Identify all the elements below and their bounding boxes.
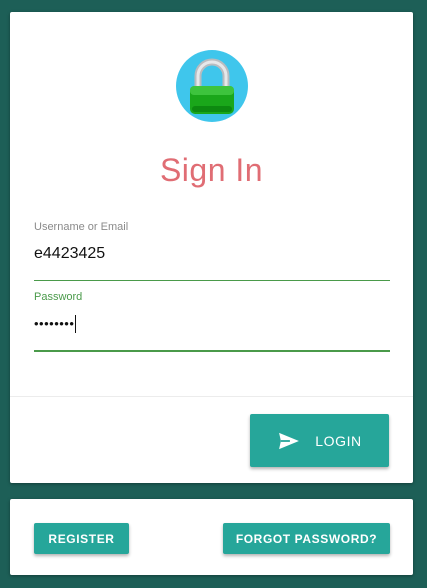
lock-icon <box>176 50 248 122</box>
text-caret <box>75 314 77 333</box>
forgot-password-button[interactable]: FORGOT PASSWORD? <box>223 523 390 554</box>
username-underline <box>34 280 390 281</box>
register-button[interactable]: REGISTER <box>34 523 129 554</box>
page-title: Sign In <box>159 152 264 188</box>
password-input[interactable]: •••••••• <box>34 314 390 336</box>
login-card: Sign In Username or Email e4423425 Passw… <box>10 12 413 483</box>
username-label: Username or Email <box>34 221 129 233</box>
password-field[interactable]: Password •••••••• <box>34 290 390 352</box>
username-input[interactable]: e4423425 <box>34 244 390 266</box>
card-divider <box>10 396 413 397</box>
actions-card: REGISTER FORGOT PASSWORD? <box>10 499 413 575</box>
login-button[interactable]: LOGIN <box>250 414 389 467</box>
password-value: •••••••• <box>34 316 75 331</box>
username-field[interactable]: Username or Email e4423425 <box>34 220 390 281</box>
password-label: Password <box>34 291 83 303</box>
login-button-label: LOGIN <box>315 432 362 449</box>
send-icon <box>279 432 300 449</box>
password-underline <box>34 350 390 352</box>
